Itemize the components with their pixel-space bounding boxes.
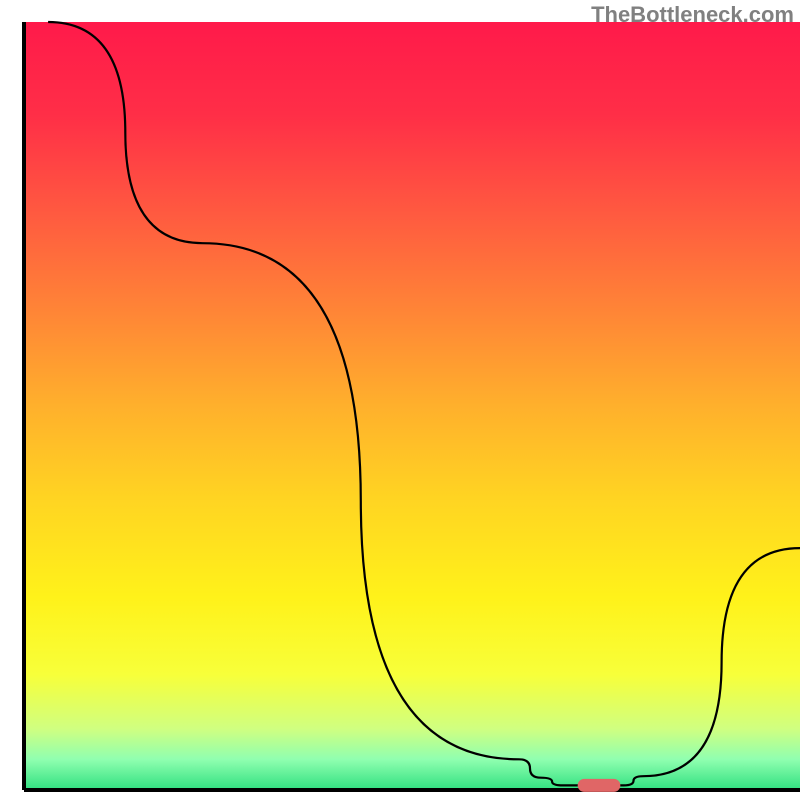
bottleneck-chart bbox=[0, 0, 800, 800]
chart-container: TheBottleneck.com bbox=[0, 0, 800, 800]
optimal-marker bbox=[578, 779, 621, 792]
watermark-text: TheBottleneck.com bbox=[591, 2, 794, 28]
heat-gradient-background bbox=[24, 22, 800, 790]
